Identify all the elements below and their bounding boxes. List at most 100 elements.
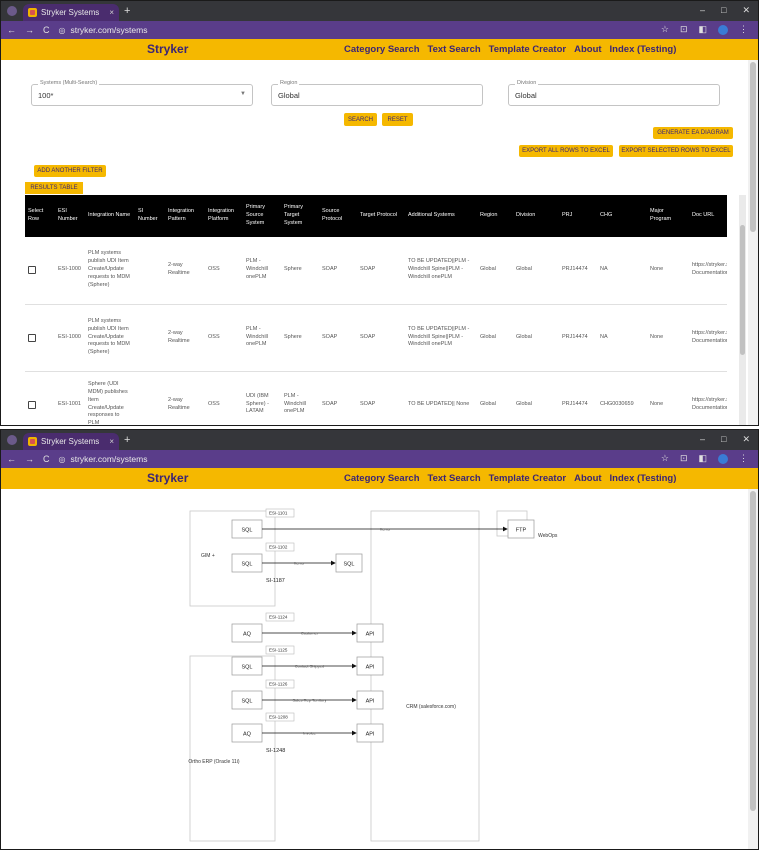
- back-icon[interactable]: ←: [7, 454, 16, 464]
- results-table-tab[interactable]: RESULTS TABLE: [25, 182, 83, 194]
- col-header-integration-name[interactable]: Integration Name: [85, 195, 135, 237]
- tab-close-icon[interactable]: ×: [109, 8, 114, 17]
- search-button[interactable]: SEARCH: [344, 113, 377, 126]
- col-header-doc-url[interactable]: Doc URL: [689, 195, 727, 237]
- page-scroll-thumb[interactable]: [750, 491, 756, 811]
- col-header-additional-systems[interactable]: Additional Systems: [405, 195, 477, 237]
- maximize-icon[interactable]: □: [721, 5, 726, 16]
- menu-text-search[interactable]: Text Search: [428, 44, 481, 55]
- col-header-primary-target-system[interactable]: Primary Target System: [281, 195, 319, 237]
- menu-category-search[interactable]: Category Search: [344, 473, 420, 484]
- new-tab-icon[interactable]: +: [124, 434, 130, 446]
- col-header-source-protocol[interactable]: Source Protocol: [319, 195, 357, 237]
- col-header-chg[interactable]: CHG: [597, 195, 647, 237]
- flow-message-label: Invoice: [303, 731, 316, 736]
- tab-search-icon[interactable]: [7, 435, 17, 445]
- col-header-prj[interactable]: PRJ: [559, 195, 597, 237]
- col-header-esi-number[interactable]: ESI Number: [55, 195, 85, 237]
- generate-ea-diagram-button[interactable]: GENERATE EA DIAGRAM: [653, 127, 733, 139]
- cell-select-row[interactable]: [25, 237, 55, 305]
- brand-logo[interactable]: Stryker: [147, 42, 188, 56]
- region-field[interactable]: Region Global: [271, 80, 483, 106]
- results-screenshot: Stryker Systems × + – □ ✕ ← → C ◎ stryke…: [0, 0, 759, 426]
- row-select-checkbox[interactable]: [28, 266, 36, 275]
- sidebar-icon[interactable]: ◧: [698, 453, 707, 464]
- flow-2[interactable]: ESI-1124AQAPICustomerSI-1088: [231, 612, 384, 654]
- cell-primary-target-system: Sphere: [281, 304, 319, 372]
- minimize-icon[interactable]: –: [700, 434, 705, 445]
- cell-select-row[interactable]: [25, 371, 55, 425]
- reload-icon[interactable]: C: [43, 25, 50, 35]
- browser-menu-icon[interactable]: ⋮: [739, 24, 748, 35]
- browser-tab[interactable]: Stryker Systems ×: [23, 433, 119, 450]
- flow-1[interactable]: ESI-1102 SQL SQL Items SI-1187: [231, 542, 363, 584]
- flow-message-label: Customer: [301, 631, 319, 636]
- flow-5[interactable]: ESI-1208 AQ API Invoice SI-1248: [231, 712, 384, 754]
- browser-tab[interactable]: Stryker Systems ×: [23, 4, 119, 21]
- col-header-integration-pattern[interactable]: Integration Pattern: [165, 195, 205, 237]
- profile-avatar[interactable]: [718, 453, 728, 464]
- col-header-integration-platform[interactable]: Integration Platform: [205, 195, 243, 237]
- site-info-icon[interactable]: ◎: [59, 26, 66, 35]
- site-info-icon[interactable]: ◎: [59, 455, 66, 464]
- col-header-region[interactable]: Region: [477, 195, 513, 237]
- profile-avatar[interactable]: [718, 24, 728, 35]
- bookmark-star-icon[interactable]: ☆: [661, 24, 669, 35]
- export-all-rows-button[interactable]: EXPORT ALL ROWS TO EXCEL: [519, 145, 613, 157]
- esi-label: ESI-1125: [269, 648, 288, 653]
- browser-menu-icon[interactable]: ⋮: [739, 453, 748, 464]
- tab-search-icon[interactable]: [7, 6, 17, 16]
- col-header-si-number[interactable]: SI Number: [135, 195, 165, 237]
- col-header-major-program[interactable]: Major Program: [647, 195, 689, 237]
- col-header-select-row[interactable]: Select Row: [25, 195, 55, 237]
- minimize-icon[interactable]: –: [700, 5, 705, 16]
- add-another-filter-button[interactable]: ADD ANOTHER FILTER: [34, 165, 106, 177]
- menu-index-testing[interactable]: Index (Testing): [610, 473, 677, 484]
- page-scrollbar[interactable]: [748, 489, 758, 849]
- menu-about[interactable]: About: [574, 473, 601, 484]
- address-bar[interactable]: stryker.com/systems: [70, 454, 147, 464]
- new-tab-icon[interactable]: +: [124, 5, 130, 17]
- cell-integration-platform: OSS: [205, 371, 243, 425]
- brand-logo[interactable]: Stryker: [147, 471, 188, 485]
- address-bar[interactable]: stryker.com/systems: [70, 25, 147, 35]
- close-window-icon[interactable]: ✕: [742, 434, 750, 445]
- reset-button[interactable]: RESET: [382, 113, 413, 126]
- table-row[interactable]: ESI-1001 Sphere (UDI MDM) publishes Item …: [25, 371, 727, 425]
- col-header-primary-source-system[interactable]: Primary Source System: [243, 195, 281, 237]
- extensions-icon[interactable]: ⊡: [680, 453, 688, 464]
- row-select-checkbox[interactable]: [28, 400, 36, 409]
- reload-icon[interactable]: C: [43, 454, 50, 464]
- menu-about[interactable]: About: [574, 44, 601, 55]
- table-row[interactable]: ESI-1000 PLM systems publish UDI Item Cre…: [25, 304, 727, 372]
- extensions-icon[interactable]: ⊡: [680, 24, 688, 35]
- table-scrollbar[interactable]: [739, 195, 746, 425]
- table-scroll-thumb[interactable]: [740, 225, 745, 355]
- back-icon[interactable]: ←: [7, 25, 16, 35]
- tab-close-icon[interactable]: ×: [109, 437, 114, 446]
- menu-category-search[interactable]: Category Search: [344, 44, 420, 55]
- systems-multi-search-field[interactable]: Systems (Multi-Search) 100* ▼: [31, 80, 253, 106]
- table-row[interactable]: ESI-1000 PLM systems publish UDI Item Cre…: [25, 237, 727, 305]
- dropdown-arrow-icon[interactable]: ▼: [240, 91, 246, 97]
- menu-template-creator[interactable]: Template Creator: [489, 473, 566, 484]
- menu-index-testing[interactable]: Index (Testing): [610, 44, 677, 55]
- bookmark-star-icon[interactable]: ☆: [661, 453, 669, 464]
- row-select-checkbox[interactable]: [28, 333, 36, 342]
- cell-select-row[interactable]: [25, 304, 55, 372]
- col-header-target-protocol[interactable]: Target Protocol: [357, 195, 405, 237]
- page-scrollbar[interactable]: [748, 60, 758, 425]
- sidebar-icon[interactable]: ◧: [698, 24, 707, 35]
- division-field[interactable]: Division Global: [508, 80, 720, 106]
- menu-text-search[interactable]: Text Search: [428, 473, 481, 484]
- flow-4[interactable]: ESI-1126SQLAPISales Rep TerritorySI-1097: [231, 679, 384, 721]
- forward-icon[interactable]: →: [25, 25, 34, 35]
- menu-template-creator[interactable]: Template Creator: [489, 44, 566, 55]
- col-header-division[interactable]: Division: [513, 195, 559, 237]
- export-selected-rows-button[interactable]: EXPORT SELECTED ROWS TO EXCEL: [619, 145, 733, 157]
- page-scroll-thumb[interactable]: [750, 62, 756, 232]
- flow-3[interactable]: ESI-1125SQLAPIContact ShippedSI-1095: [231, 645, 384, 687]
- close-window-icon[interactable]: ✕: [742, 5, 750, 16]
- forward-icon[interactable]: →: [25, 454, 34, 464]
- maximize-icon[interactable]: □: [721, 434, 726, 445]
